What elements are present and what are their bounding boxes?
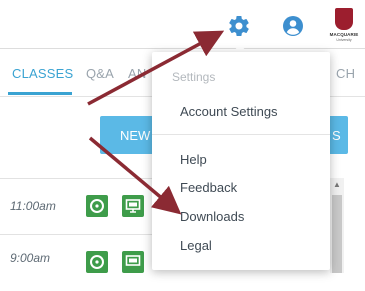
user-account-icon[interactable]	[282, 15, 304, 37]
presentation-icon[interactable]	[122, 251, 144, 273]
logo-name: MACQUARIE	[329, 32, 359, 37]
new-button-label: NEW	[120, 128, 151, 143]
gear-icon[interactable]	[227, 14, 251, 38]
menu-item-feedback[interactable]: Feedback	[180, 180, 237, 195]
crest-icon	[335, 8, 353, 30]
top-bar: MACQUARIE University	[0, 0, 365, 49]
university-logo: MACQUARIE University	[328, 8, 358, 44]
tab-ch[interactable]: CH	[336, 66, 355, 81]
active-tab-indicator	[8, 92, 72, 95]
presentation-icon[interactable]	[122, 195, 144, 217]
logo-subtitle: University	[336, 38, 352, 42]
menu-item-legal[interactable]: Legal	[180, 238, 212, 253]
class-time: 9:00am	[10, 251, 51, 265]
menu-item-downloads[interactable]: Downloads	[180, 209, 244, 224]
dropdown-heading: Settings	[172, 70, 216, 84]
dropdown-divider	[152, 134, 330, 135]
tab-an[interactable]: AN	[128, 66, 146, 81]
clock-icon[interactable]	[86, 251, 108, 273]
app-window: MACQUARIE University CLASSES Q&A AN CH N…	[0, 0, 365, 273]
class-time: 11:00am	[10, 199, 56, 213]
tab-qa[interactable]: Q&A	[86, 66, 114, 81]
new-button-label-suffix: S	[332, 128, 341, 143]
scroll-up-icon[interactable]: ▲	[333, 180, 341, 189]
clock-icon[interactable]	[86, 195, 108, 217]
menu-item-account-settings[interactable]: Account Settings	[180, 104, 278, 119]
scrollbar-thumb[interactable]	[332, 195, 342, 273]
tab-classes[interactable]: CLASSES	[12, 66, 73, 81]
settings-dropdown: Settings Account Settings Help Feedback …	[152, 52, 330, 270]
menu-item-help[interactable]: Help	[180, 152, 207, 167]
